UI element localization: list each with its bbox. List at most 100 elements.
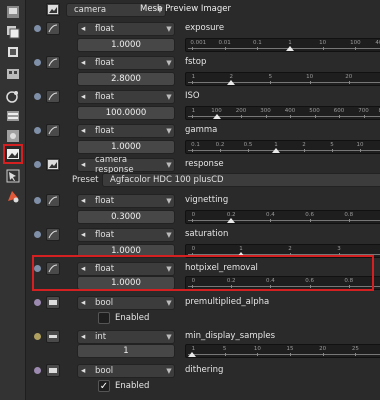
slider-tick-label: 0.5 [243, 142, 253, 148]
input-pin-dot[interactable] [34, 299, 41, 306]
gradient-icon[interactable] [5, 88, 21, 104]
chevron-down-icon: ▼ [166, 59, 172, 67]
value-field[interactable]: 1.0000 [77, 244, 175, 258]
curve-node-icon[interactable] [46, 124, 60, 137]
checkbox-box[interactable]: ✓ [98, 380, 110, 392]
slider-tick-mark [192, 149, 193, 152]
slider-handle[interactable] [272, 148, 280, 153]
curve-node-icon[interactable] [46, 194, 60, 207]
slider-tick-mark [332, 149, 333, 152]
slider-tick-mark [192, 219, 193, 222]
param-name: premultiplied_alpha [185, 297, 270, 307]
type-dropdown[interactable]: ◂ float ▼ [77, 22, 175, 36]
slider-tick-mark [265, 115, 267, 118]
slider-tick-mark [355, 353, 357, 356]
image-node-icon[interactable] [46, 158, 60, 171]
input-pin-dot[interactable] [34, 231, 41, 238]
input-pin-dot[interactable] [34, 367, 41, 374]
value-slider[interactable]: 01234 [185, 244, 380, 258]
value-slider[interactable]: 00.20.40.60.81 [185, 210, 380, 224]
chevron-down-icon: ▼ [166, 265, 172, 273]
value-slider[interactable]: 151015202532 [185, 344, 380, 358]
value-field[interactable]: 0.3000 [77, 210, 175, 224]
chevron-down-icon: ▼ [166, 127, 172, 135]
slider-axis [188, 254, 380, 255]
type-dropdown[interactable]: ◂ camera response ▼ [77, 155, 175, 175]
chevron-down-icon: ▼ [166, 333, 172, 341]
curve-node-icon[interactable] [46, 262, 60, 275]
enabled-checkbox[interactable]: ✓ Enabled [98, 380, 149, 392]
curve-node-icon[interactable] [46, 56, 60, 69]
curve-node-icon[interactable] [46, 22, 60, 35]
input-pin-dot[interactable] [34, 25, 41, 32]
slider-tick-label: 0.6 [305, 212, 314, 218]
value-slider[interactable]: 00.20.40.60.81 [185, 276, 380, 290]
slider-tick-mark [339, 115, 340, 118]
input-pin-dot[interactable] [34, 127, 41, 134]
checkbox-box[interactable] [98, 312, 110, 324]
type-dropdown[interactable]: ◂ float ▼ [77, 56, 175, 70]
image-icon[interactable] [3, 144, 23, 164]
slider-tick-mark [348, 219, 350, 222]
type-dropdown[interactable]: ◂ float ▼ [77, 90, 175, 104]
type-dropdown[interactable]: ◂ float ▼ [77, 124, 175, 138]
render-icon[interactable] [5, 44, 21, 60]
slider-axis [188, 286, 380, 287]
curve-node-icon[interactable] [46, 90, 60, 103]
int-node-icon[interactable] [46, 330, 60, 343]
value-field[interactable]: 1.0000 [77, 38, 175, 52]
panel-icon[interactable] [5, 108, 21, 124]
curve-node-icon[interactable] [46, 228, 60, 241]
input-pin-dot[interactable] [34, 161, 41, 168]
value-field[interactable]: 100.0000 [77, 106, 175, 120]
type-dropdown[interactable]: ◂ float ▼ [77, 228, 175, 242]
value-field[interactable]: 1.0000 [77, 276, 175, 290]
input-pin-dot[interactable] [34, 93, 41, 100]
value-slider[interactable]: 125102064 [185, 72, 380, 86]
slider-handle[interactable] [188, 352, 196, 357]
slider-handle[interactable] [212, 114, 221, 119]
input-pin-dot[interactable] [34, 197, 41, 204]
slider-handle[interactable] [227, 218, 236, 223]
param-name: fstop [185, 57, 207, 67]
slider-tick-label: 2 [288, 246, 292, 252]
slider-axis [188, 354, 380, 355]
type-dropdown[interactable]: ◂ bool ▼ [77, 296, 175, 310]
slider-tick-label: 25 [351, 346, 359, 352]
preset-dropdown[interactable]: Agfacolor HDC 100 plusCD ▼ [102, 173, 380, 187]
layers-icon[interactable] [5, 4, 21, 20]
cursor-icon[interactable] [5, 168, 21, 184]
type-dropdown[interactable]: ◂ float ▼ [77, 194, 175, 208]
link-icon: ◂ [81, 24, 86, 34]
slider-handle[interactable] [286, 46, 294, 51]
slider-tick-label: 0.8 [344, 278, 354, 284]
input-pin-dot[interactable] [34, 333, 41, 340]
param-name: hotpixel_removal [185, 263, 258, 273]
value-slider[interactable]: 1100200300400500600700800 [185, 106, 380, 120]
bool-node-icon[interactable] [46, 296, 60, 309]
slider-tick-mark [290, 353, 291, 356]
slider-handle[interactable] [227, 80, 236, 85]
bool-node-icon[interactable] [46, 364, 60, 377]
texture-icon[interactable] [5, 128, 21, 144]
value-slider[interactable]: 0.10.20.51251032 [185, 140, 380, 154]
type-dropdown[interactable]: ◂ int ▼ [77, 330, 175, 344]
value-field[interactable]: 1 [77, 344, 175, 358]
input-pin-dot[interactable] [34, 265, 41, 272]
type-dropdown[interactable]: ◂ bool ▼ [77, 364, 175, 378]
material-icon[interactable] [5, 188, 21, 204]
copy-icon[interactable] [5, 24, 21, 40]
param-name: exposure [185, 23, 225, 33]
input-pin-dot[interactable] [34, 59, 41, 66]
value-field[interactable]: 2.8000 [77, 72, 175, 86]
value-slider[interactable]: 0.0010.010.11101004096 [185, 38, 380, 52]
slider-handle[interactable] [237, 252, 245, 257]
slider-tick-label: 0.6 [305, 278, 314, 284]
slider-axis [188, 150, 380, 151]
checkmark-icon: ✓ [99, 380, 109, 392]
slider-axis [188, 48, 380, 49]
enabled-checkbox[interactable]: Enabled [98, 312, 149, 324]
value-field[interactable]: 1.0000 [77, 140, 175, 154]
type-dropdown[interactable]: ◂ float ▼ [77, 262, 175, 276]
grid-icon[interactable] [5, 66, 21, 82]
